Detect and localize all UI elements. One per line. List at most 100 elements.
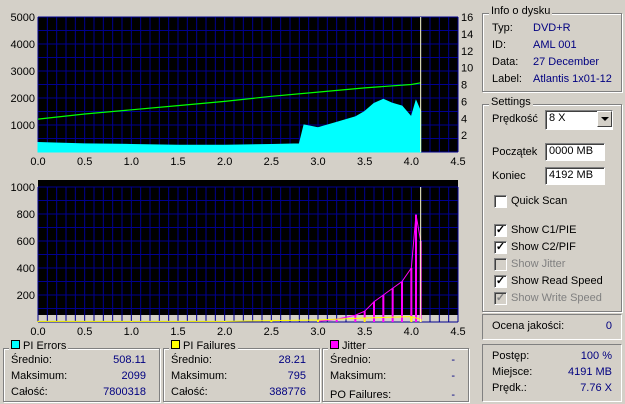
info-label: Data: — [492, 56, 519, 68]
show-option-checkbox[interactable]: ✓ — [494, 241, 507, 254]
pif-failure-line — [38, 316, 421, 322]
x-tick-label: 1.0 — [124, 156, 139, 168]
show-option-label: Show C2/PIF — [511, 241, 576, 253]
x-tick-label: 4.0 — [404, 326, 419, 338]
y2-tick-label: 12 — [461, 46, 473, 58]
stat-value: - — [451, 370, 455, 382]
y-tick-label: 200 — [17, 290, 35, 302]
stat-label: Maksimum: — [11, 370, 68, 382]
settings-title: Settings — [489, 96, 533, 108]
info-label: Label: — [492, 73, 522, 85]
show-option-checkbox[interactable]: ✓ — [494, 224, 507, 237]
x-tick-label: 4.5 — [450, 156, 465, 168]
x-tick-label: 3.5 — [357, 156, 372, 168]
show-option-checkbox — [494, 258, 507, 271]
x-tick-label: 0.0 — [30, 156, 45, 168]
y-tick-label: 2000 — [11, 93, 35, 105]
info-value: AML 001 — [533, 39, 577, 51]
stat-label: Średnio: — [171, 354, 212, 366]
speed-select[interactable]: 8 X — [545, 110, 613, 130]
x-tick-label: 1.5 — [170, 326, 185, 338]
pi-failures-title: PI Failures — [183, 340, 236, 352]
y-tick-label: 4000 — [11, 39, 35, 51]
dropdown-button[interactable] — [597, 111, 612, 127]
x-tick-label: 1.5 — [170, 156, 185, 168]
show-option-label: Show C1/PIE — [511, 224, 577, 236]
quality-label: Ocena jakości: — [492, 320, 565, 332]
speed-value: 8 X — [549, 112, 566, 124]
chevron-down-icon — [601, 117, 609, 121]
x-tick-label: 4.0 — [404, 156, 419, 168]
pi-errors-title: PI Errors — [23, 340, 67, 352]
x-tick-label: 3.5 — [357, 326, 372, 338]
y2-tick-label: 6 — [461, 96, 467, 108]
start-input[interactable]: 0000 MB — [545, 143, 605, 161]
stat-value: 795 — [287, 370, 306, 382]
y2-tick-label: 10 — [461, 63, 473, 75]
po-failures-value: - — [451, 389, 455, 401]
progress-value: 100 % — [580, 350, 612, 362]
progress-label: Postęp: — [492, 350, 530, 362]
pi-failures-title-wrap: PI Failures — [169, 340, 238, 352]
y-tick-label: 400 — [17, 263, 35, 275]
x-tick-label: 0.0 — [30, 326, 45, 338]
pi-errors-title-wrap: PI Errors — [9, 340, 69, 352]
info-label: ID: — [492, 39, 507, 51]
jitter-title: Jitter — [342, 340, 366, 352]
stat-label: Całość: — [171, 386, 208, 398]
info-value: 27 December — [533, 56, 600, 68]
stat-label: Średnio: — [330, 354, 371, 366]
quality-value: 0 — [605, 320, 612, 332]
show-option-checkbox[interactable]: ✓ — [494, 275, 507, 288]
end-input[interactable]: 4192 MB — [545, 167, 605, 185]
stat-value: 7800318 — [103, 386, 146, 398]
x-tick-label: 0.5 — [77, 156, 92, 168]
x-tick-label: 2.0 — [217, 326, 232, 338]
pif-chart: 0.0 0.5 1.0 1.5 2.0 2.5 3.0 3.5 4.0 4.5 1000 800 600… — [11, 182, 466, 338]
stat-label: Średnio: — [11, 354, 52, 366]
stat-value: 508.11 — [113, 354, 146, 366]
x-tick-label: 1.0 — [124, 326, 139, 338]
x-tick-label: 2.5 — [264, 156, 279, 168]
x-tick-label: 3.0 — [310, 156, 325, 168]
quick-scan-label: Quick Scan — [511, 195, 568, 207]
y2-tick-label: 8 — [461, 80, 467, 92]
progress-label: Miejsce: — [492, 366, 533, 378]
info-title: Info o dysku — [489, 5, 553, 17]
x-tick-label: 3.0 — [310, 326, 325, 338]
y-tick-label: 5000 — [11, 12, 35, 24]
stat-value: 388776 — [269, 386, 306, 398]
stat-value: 2099 — [121, 370, 146, 382]
y2-tick-label: 4 — [461, 113, 467, 125]
y2-tick-label: 2 — [461, 130, 467, 142]
x-tick-label: 4.5 — [450, 326, 465, 338]
quick-scan-checkbox[interactable] — [494, 195, 507, 208]
y2-tick-label: 14 — [461, 29, 473, 41]
info-value: Atlantis 1x01-12 — [533, 73, 612, 85]
stat-value: 28.21 — [278, 354, 306, 366]
stat-label: Maksimum: — [171, 370, 228, 382]
progress-value: 7.76 X — [580, 382, 612, 394]
x-tick-label: 2.5 — [264, 326, 279, 338]
legend-swatch — [11, 340, 20, 349]
y-tick-label: 3000 — [11, 66, 35, 78]
y-tick-label: 600 — [17, 236, 35, 248]
stat-value: - — [451, 354, 455, 366]
show-option-label: Show Write Speed — [511, 292, 602, 304]
progress-value: 4191 MB — [567, 366, 612, 378]
show-option-label: Show Jitter — [511, 258, 566, 270]
show-option-checkbox: ✓ — [494, 292, 507, 305]
start-label: Początek — [492, 146, 538, 158]
speed-label: Prędkość — [492, 113, 538, 125]
jitter-title-wrap: Jitter — [328, 340, 368, 352]
legend-swatch — [171, 340, 180, 349]
y-tick-label: 800 — [17, 209, 35, 221]
legend-swatch — [330, 340, 339, 349]
progress-label: Prędk.: — [492, 382, 527, 394]
y-tick-label: 1000 — [11, 120, 35, 132]
stat-label: Maksimum: — [330, 370, 387, 382]
end-label: Koniec — [492, 170, 526, 182]
x-tick-label: 2.0 — [217, 156, 232, 168]
stat-label: Całość: — [11, 386, 48, 398]
info-label: Typ: — [492, 22, 513, 34]
